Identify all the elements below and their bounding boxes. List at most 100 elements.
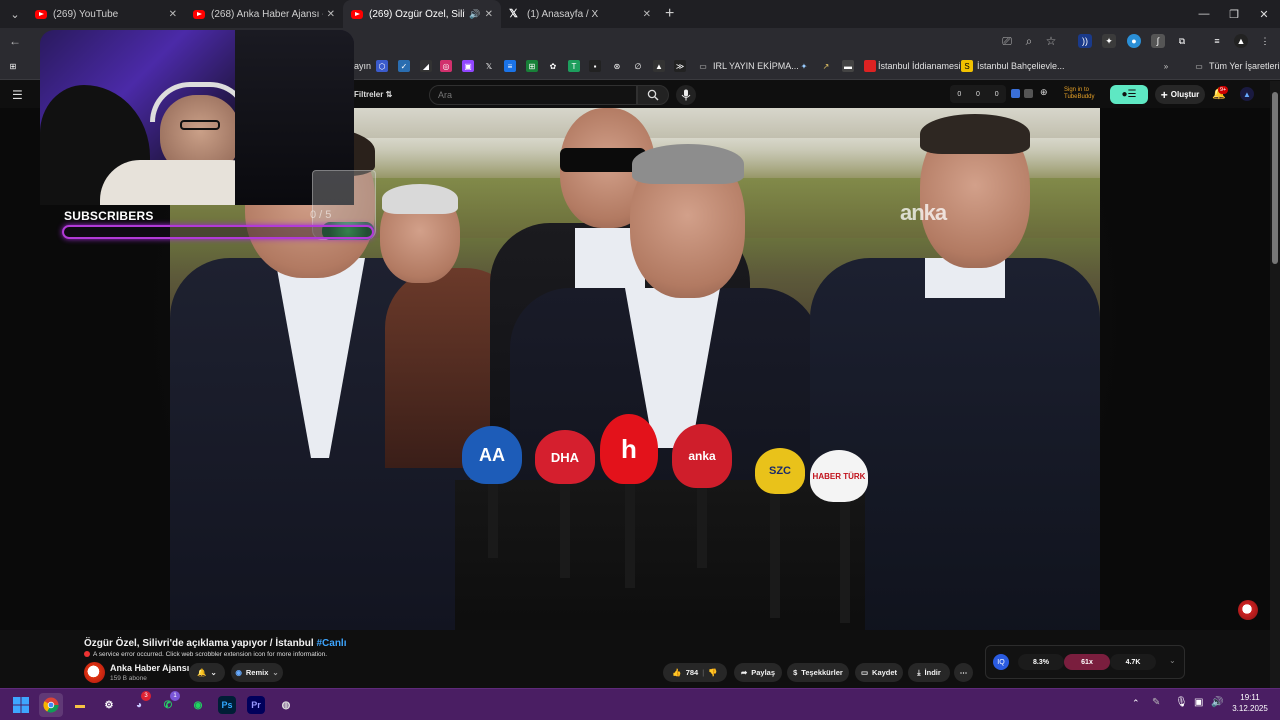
bookmark-link-icon[interactable]: ∅: [632, 60, 644, 72]
windows-start-icon[interactable]: [9, 693, 33, 717]
mic-aa: AA: [462, 426, 522, 484]
back-arrow-icon[interactable]: ←: [6, 32, 24, 50]
channel-name[interactable]: Anka Haber Ajansı: [110, 663, 189, 673]
bookmark-star-icon[interactable]: ✦: [798, 60, 810, 72]
extensions-puzzle-icon[interactable]: ⧉: [1175, 34, 1189, 48]
chevron-down-icon: ⌄: [210, 668, 217, 677]
filters-button[interactable]: Filtreler ⇅: [354, 90, 392, 99]
restore-icon[interactable]: ❐: [1218, 0, 1250, 28]
tab-anka-channel[interactable]: (268) Anka Haber Ajansı - YouT ✕: [185, 0, 343, 28]
window-close-icon[interactable]: ✕: [1248, 0, 1280, 28]
premiere-icon[interactable]: Pr: [247, 696, 265, 714]
bookmark-icon[interactable]: ✓: [398, 60, 410, 72]
save-button[interactable]: ▭ Kaydet: [855, 663, 903, 682]
channel-avatar[interactable]: [84, 662, 105, 683]
close-icon[interactable]: ✕: [485, 9, 493, 20]
bookmark-icon[interactable]: ▲: [653, 60, 665, 72]
save-label: Kaydet: [872, 668, 898, 677]
dislike-icon[interactable]: 👎: [708, 668, 717, 677]
zoom-icon[interactable]: ⌕: [1020, 32, 1038, 50]
bookmark-t-icon[interactable]: T: [568, 60, 580, 72]
extension-blue-icon[interactable]: ●: [1127, 34, 1141, 48]
account-avatar[interactable]: ▲: [1240, 87, 1254, 101]
speaker-icon[interactable]: 🔊: [469, 9, 480, 20]
profile-avatar-icon[interactable]: ▲: [1234, 34, 1248, 48]
bookmark-icon[interactable]: ▪: [589, 60, 601, 72]
docs-icon[interactable]: ≡: [504, 60, 516, 72]
scrollbar-thumb[interactable]: [1272, 92, 1278, 264]
download-button[interactable]: ⤓ İndir: [908, 663, 950, 682]
bookmark-icon[interactable]: ⬡: [376, 60, 388, 72]
bookmark-icon[interactable]: ↗: [820, 60, 832, 72]
extension-icon[interactable]: [1024, 89, 1033, 98]
menu-dots-icon[interactable]: ⋮: [1258, 34, 1272, 48]
like-icon[interactable]: 👍: [672, 668, 681, 677]
extension-icon[interactable]: [1011, 89, 1020, 98]
system-clock[interactable]: 19:11 3.12.2025: [1226, 692, 1274, 714]
apps-grid-icon[interactable]: ⊞: [7, 60, 19, 72]
tubebuddy-signin[interactable]: Sign in to TubeBuddy: [1064, 87, 1094, 101]
chevron-double-right-icon[interactable]: »: [1160, 60, 1172, 72]
bookmark-all[interactable]: Tüm Yer İşaretleri: [1209, 61, 1280, 71]
new-tab-plus-icon[interactable]: +: [665, 5, 674, 23]
like-count[interactable]: 784: [686, 668, 699, 677]
instagram-icon[interactable]: ◎: [440, 60, 452, 72]
tubebuddy-button[interactable]: ●☰: [1110, 85, 1148, 104]
thanks-button[interactable]: $ Teşekkürler: [787, 663, 849, 682]
close-icon[interactable]: ✕: [169, 9, 177, 20]
volume-tray-icon[interactable]: 🔊: [1211, 697, 1223, 708]
minimize-icon[interactable]: —: [1188, 0, 1220, 28]
x-icon[interactable]: 𝕏: [483, 60, 495, 72]
bookmark-globe-icon[interactable]: ⊛: [611, 60, 623, 72]
bookmark-partial[interactable]: ayın: [354, 61, 371, 71]
search-button[interactable]: [637, 85, 669, 105]
voice-search-mic-icon[interactable]: [676, 85, 696, 105]
photoshop-icon[interactable]: Ps: [218, 696, 236, 714]
notification-bell-dropdown[interactable]: 🔔 ⌄: [189, 663, 225, 682]
obs-icon[interactable]: ◍: [274, 693, 298, 717]
cast-icon[interactable]: ⎚: [998, 32, 1016, 50]
twitch-icon[interactable]: ▣: [462, 60, 474, 72]
tab-current-video[interactable]: (269) Özgür Özel, Silivri'de 🔊 ✕: [343, 0, 501, 28]
tab-youtube-home[interactable]: (269) YouTube ✕: [27, 0, 185, 28]
remix-label: Remix: [245, 668, 269, 677]
tab-search-chevron-icon[interactable]: ⌄: [3, 2, 27, 26]
bookmark-istanbul-iddianame[interactable]: İstanbul İddianamesi: [878, 61, 961, 71]
hamburger-menu-icon[interactable]: ☰: [12, 88, 23, 102]
extension-game-icon[interactable]: ✦: [1102, 34, 1116, 48]
spotify-icon[interactable]: ◉: [186, 693, 210, 717]
steam-icon[interactable]: ⚙: [97, 693, 121, 717]
search-input[interactable]: [429, 85, 637, 105]
create-button[interactable]: + Oluştur: [1155, 85, 1205, 104]
extension-translate-icon[interactable]: )): [1078, 34, 1092, 48]
microphone-tray-icon[interactable]: 🎙: [1175, 697, 1188, 708]
bookmark-istanbul-bahcelievler[interactable]: İstanbul Bahçelievle...: [977, 61, 1065, 71]
chevron-up-icon[interactable]: ⌃: [1132, 698, 1140, 709]
stat-percentage: 8.3%: [1018, 654, 1064, 670]
chevron-down-icon[interactable]: ⌄: [1169, 656, 1176, 665]
share-button[interactable]: ➦ Paylaş: [734, 663, 782, 682]
video-hashtag[interactable]: #Canlı: [316, 638, 346, 649]
video-channel-watermark[interactable]: [1238, 600, 1258, 620]
filter-icon[interactable]: ⊕: [1040, 87, 1048, 98]
more-actions-button[interactable]: ⋯: [954, 663, 973, 682]
bookmark-folder-irl[interactable]: IRL YAYIN EKİPMA...: [713, 61, 799, 71]
file-explorer-icon[interactable]: ▬: [68, 693, 92, 717]
stats-logo-icon[interactable]: IQ: [993, 654, 1009, 670]
pen-tray-icon[interactable]: ✎: [1152, 697, 1160, 708]
sheets-icon[interactable]: ⊞: [526, 60, 538, 72]
close-icon[interactable]: ✕: [327, 9, 335, 20]
tab-x-home[interactable]: 𝕏 (1) Anasayfa / X ✕: [501, 0, 659, 28]
remix-button[interactable]: ◉ Remix ⌄: [231, 663, 283, 682]
mic-stem: [488, 478, 498, 558]
reading-list-icon[interactable]: ≡: [1210, 34, 1224, 48]
bookmark-icon[interactable]: ▬: [842, 60, 854, 72]
network-tray-icon[interactable]: ▣: [1194, 697, 1203, 708]
bookmark-icon[interactable]: ≫: [674, 60, 686, 72]
close-icon[interactable]: ✕: [643, 9, 651, 20]
extension-pen-icon[interactable]: ∫: [1151, 34, 1165, 48]
chatgpt-icon[interactable]: ✿: [547, 60, 559, 72]
chrome-icon[interactable]: [39, 693, 63, 717]
bookmark-star-icon[interactable]: ☆: [1042, 32, 1060, 50]
bookmark-icon[interactable]: ◢: [420, 60, 432, 72]
